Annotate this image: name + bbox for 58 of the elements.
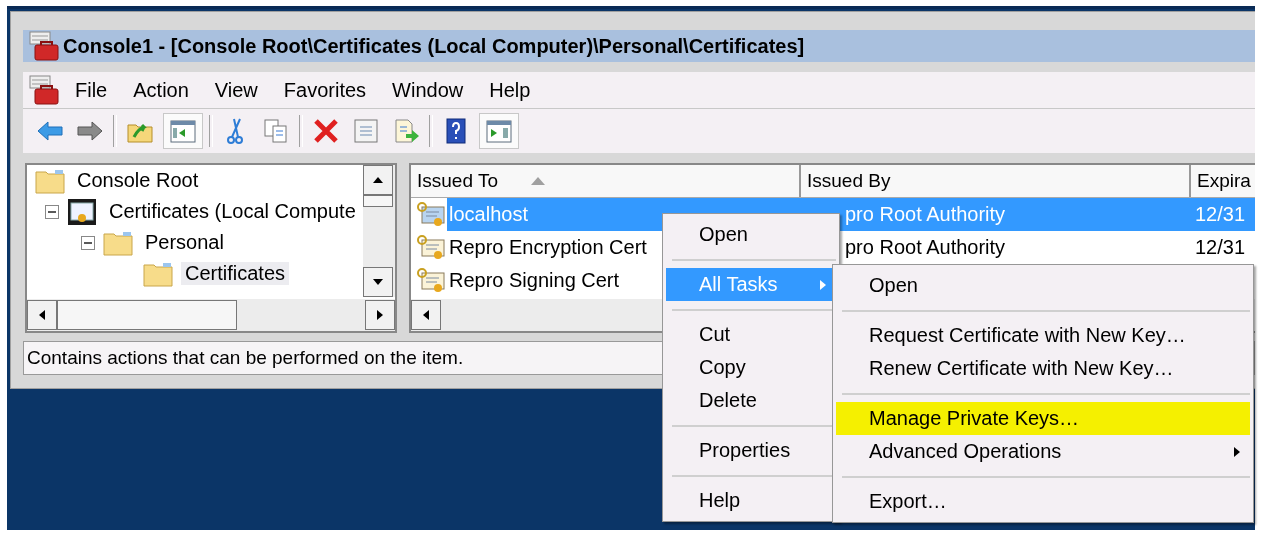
collapse-toggle-icon[interactable] [45, 204, 59, 219]
properties-icon [352, 117, 380, 145]
console-tree-icon [169, 117, 197, 145]
menu-item[interactable]: Copy [666, 351, 836, 384]
column-header[interactable]: Issued To [411, 165, 801, 197]
scroll-down-arrow-icon [373, 277, 383, 287]
table-cell[interactable]: Repro Signing Cert [447, 264, 624, 297]
folder-icon [143, 260, 173, 287]
status-text: Contains actions that can be performed on the item. [27, 347, 464, 369]
scroll-left-arrow-icon [37, 310, 47, 320]
horizontal-scrollbar[interactable] [27, 299, 395, 331]
collapse-toggle-icon[interactable] [81, 235, 95, 250]
sort-up-icon [531, 177, 545, 185]
menu-item[interactable]: File [65, 76, 118, 104]
folder-icon [35, 167, 65, 194]
menu-item[interactable]: Export… [836, 485, 1250, 518]
menu-item[interactable]: View [204, 76, 268, 104]
menu-item[interactable]: Open [836, 269, 1250, 302]
window-title: Console1 - [Console Root\Certificates (Local Computer)\Personal\Certificates] [63, 34, 805, 58]
scroll-left-arrow-icon [421, 310, 431, 320]
toolbox-icon [29, 31, 59, 61]
toolbox-icon [29, 75, 59, 105]
scroll-thumb[interactable] [57, 300, 237, 330]
menu-item[interactable]: Renew Certificate with New Key… [836, 352, 1250, 385]
scroll-right-arrow-icon [1232, 446, 1242, 457]
menu-item[interactable]: Delete [666, 384, 836, 417]
folder-icon [103, 229, 133, 256]
table-cell[interactable]: 12/31 [1191, 231, 1250, 264]
column-header[interactable]: Expira [1191, 165, 1255, 197]
tree-item[interactable]: Certificates [181, 262, 290, 285]
menu-item[interactable]: Properties [666, 434, 836, 467]
copy-icon [262, 117, 290, 145]
menu-item[interactable]: Help [479, 76, 541, 104]
scroll-right-arrow-icon [818, 279, 828, 290]
delete-icon [312, 117, 340, 145]
scroll-right-arrow-icon [375, 310, 385, 320]
menu-item[interactable]: Help [666, 484, 836, 517]
menu-item[interactable]: Request Certificate with New Key… [836, 319, 1250, 352]
scroll-thumb[interactable] [363, 195, 393, 207]
action-pane-icon [485, 117, 513, 145]
menu-item[interactable]: Manage Private Keys… [836, 402, 1250, 435]
certificate-icon [417, 233, 447, 262]
menu-item[interactable]: Favorites [273, 76, 377, 104]
menu-item[interactable]: Action [123, 76, 199, 104]
menu-item[interactable]: Window [382, 76, 474, 104]
tree-item[interactable]: Console Root [73, 169, 203, 192]
certificate-icon [417, 266, 447, 295]
certificate-icon [417, 200, 447, 229]
scroll-up-arrow-icon [373, 175, 383, 185]
menu-item[interactable]: Cut [666, 318, 836, 351]
vertical-scrollbar[interactable] [363, 165, 395, 297]
table-cell[interactable]: Repro Encryption Cert [447, 231, 651, 264]
export-list-icon [392, 117, 420, 145]
menu-item[interactable]: Advanced Operations [836, 435, 1250, 468]
tree-item[interactable]: Certificates (Local Compute [105, 200, 360, 223]
tree-item[interactable]: Personal [141, 231, 228, 254]
column-header[interactable]: Issued By [801, 165, 1191, 197]
certificate-store-icon [67, 197, 97, 226]
